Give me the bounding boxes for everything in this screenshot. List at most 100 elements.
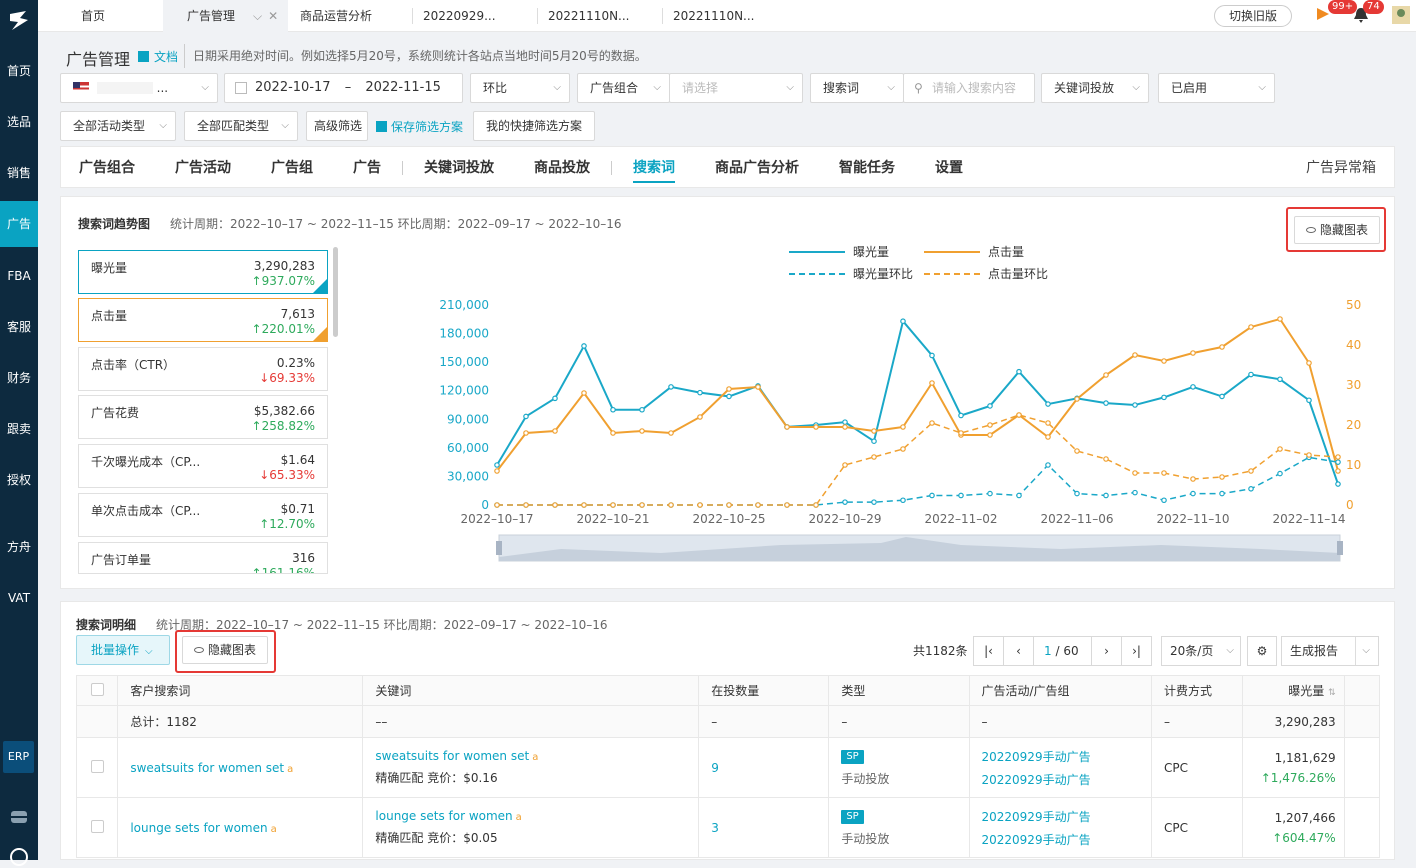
tab-campaign[interactable]: 广告活动	[175, 147, 231, 189]
batch-operation-button[interactable]: 批量操作 ⌵	[76, 635, 170, 665]
tab-settings[interactable]: 设置	[935, 147, 963, 189]
metric-card[interactable]: 曝光量 3,290,283 ↑937.07%	[78, 250, 328, 294]
last-page-button[interactable]: ›|	[1121, 636, 1152, 666]
sort-icon[interactable]: ⇅	[1328, 688, 1336, 698]
group-select[interactable]: 请选择 ⌵	[669, 73, 803, 103]
us-flag-icon	[73, 82, 89, 93]
tab-portfolio[interactable]: 广告组合	[79, 147, 135, 189]
count-link[interactable]: 3	[711, 821, 719, 835]
metric-scrollbar[interactable]	[333, 247, 338, 337]
page-size-select[interactable]: 20条/页 ⌵	[1161, 636, 1241, 666]
tab-report-3[interactable]: 20221110N...	[663, 0, 788, 32]
switch-old-version-button[interactable]: 切换旧版	[1214, 5, 1292, 27]
close-icon[interactable]: ✕	[268, 9, 278, 23]
col-campaign[interactable]: 广告活动/广告组	[968, 675, 1153, 706]
count-link[interactable]: 9	[711, 761, 719, 775]
col-count[interactable]: 在投数量	[698, 675, 830, 706]
ad-group-link[interactable]: 20220929手动广告	[982, 831, 1152, 848]
metric-card[interactable]: 广告花费 $5,382.66 ↑258.82%	[78, 395, 328, 439]
generate-report-button[interactable]: 生成报告 ⌵	[1281, 636, 1379, 666]
tab-product-analysis[interactable]: 商品运营分析	[288, 0, 413, 32]
col-search-term[interactable]: 客户搜索词	[117, 675, 364, 706]
campaign-link[interactable]: 20220929手动广告	[982, 808, 1152, 825]
doc-link[interactable]: 文档	[138, 48, 178, 65]
sidebar-item-vat[interactable]: VAT	[0, 575, 38, 621]
data-point	[494, 468, 500, 474]
status-select[interactable]: 已启用 ⌵	[1158, 73, 1275, 103]
amazon-icon[interactable]: a	[516, 812, 522, 823]
data-point	[1248, 468, 1254, 474]
amazon-icon[interactable]: a	[532, 752, 538, 763]
amazon-icon[interactable]: a	[287, 764, 293, 775]
amazon-icon[interactable]: a	[271, 824, 277, 835]
date-range-picker[interactable]: 2022-10-17 – 2022-11-15	[224, 73, 463, 103]
sidebar-item-selection[interactable]: 选品	[0, 99, 38, 145]
activity-type-select[interactable]: 全部活动类型 ⌵	[60, 111, 176, 141]
hide-table-chart-button[interactable]: 隐藏图表	[182, 636, 268, 664]
search-term-link[interactable]: sweatsuits for women set	[130, 761, 284, 775]
sidebar-item-follow[interactable]: 跟卖	[0, 406, 38, 452]
metric-card[interactable]: 广告订单量 316 ↑161.16%	[78, 542, 328, 574]
sidebar-item-fba[interactable]: FBA	[0, 253, 38, 299]
metric-change: ↑937.07%	[251, 274, 315, 288]
keyword-type-select[interactable]: 关键词投放 ⌵	[1041, 73, 1149, 103]
keyword-link[interactable]: lounge sets for women	[375, 809, 512, 823]
campaign-link[interactable]: 20220929手动广告	[982, 748, 1152, 765]
sidebar-item-sales[interactable]: 销售	[0, 150, 38, 196]
tab-home[interactable]: 首页	[38, 0, 163, 32]
first-page-button[interactable]: |‹	[973, 636, 1004, 666]
anomaly-box-link[interactable]: 广告异常箱	[1306, 147, 1376, 189]
sidebar-item-service[interactable]: 客服	[0, 304, 38, 350]
search-type-select[interactable]: 搜索词 ⌵	[810, 73, 904, 103]
match-type-select[interactable]: 全部匹配类型 ⌵	[184, 111, 298, 141]
sidebar-item-ark[interactable]: 方舟	[0, 524, 38, 570]
tab-product-targeting[interactable]: 商品投放	[534, 147, 590, 189]
col-keyword[interactable]: 关键词	[362, 675, 700, 706]
col-billing[interactable]: 计费方式	[1151, 675, 1243, 706]
tab-smart-task[interactable]: 智能任务	[839, 147, 895, 189]
tab-ad[interactable]: 广告	[353, 147, 381, 189]
database-icon[interactable]	[8, 806, 30, 828]
search-input[interactable]: ⚲ 请输入搜索内容	[903, 73, 1035, 103]
keyword-link[interactable]: sweatsuits for women set	[375, 749, 529, 763]
quick-filter-button[interactable]: 我的快捷筛选方案	[473, 111, 595, 141]
prev-page-button[interactable]: ‹	[1003, 636, 1034, 666]
advanced-filter-button[interactable]: 高级筛选	[306, 111, 368, 141]
col-type[interactable]: 类型	[828, 675, 970, 706]
ad-group-link[interactable]: 20220929手动广告	[982, 771, 1152, 788]
legend-label: 点击量环比	[988, 267, 1048, 281]
tab-ad-management[interactable]: 广告管理 ⌵ ✕	[163, 0, 288, 32]
store-select[interactable]: ... ⌵	[60, 73, 218, 103]
sidebar-item-finance[interactable]: 财务	[0, 355, 38, 401]
save-filter-button[interactable]: 保存筛选方案	[376, 113, 463, 141]
sidebar-erp[interactable]: ERP	[3, 741, 34, 773]
sidebar-item-ads[interactable]: 广告	[0, 201, 38, 247]
data-point	[929, 380, 935, 386]
tab-report-1[interactable]: 20220929...	[413, 0, 538, 32]
tab-report-2[interactable]: 20221110N...	[538, 0, 663, 32]
sidebar-item-home[interactable]: 首页	[0, 48, 38, 94]
metric-card[interactable]: 单次点击成本（CP... $0.71 ↑12.70%	[78, 493, 328, 537]
row-checkbox[interactable]	[75, 797, 119, 858]
metric-card[interactable]: 点击量 7,613 ↑220.01%	[78, 298, 328, 342]
col-impressions[interactable]: 曝光量 ⇅	[1241, 675, 1345, 706]
help-icon[interactable]	[8, 846, 30, 868]
chevron-down-icon[interactable]: ⌵	[253, 9, 262, 23]
tab-product-ad-analysis[interactable]: 商品广告分析	[715, 147, 799, 189]
next-page-button[interactable]: ›	[1091, 636, 1122, 666]
avatar[interactable]	[1392, 6, 1410, 24]
tab-search-terms[interactable]: 搜索词	[633, 147, 675, 189]
tab-keyword-targeting[interactable]: 关键词投放	[424, 147, 494, 189]
data-point	[1103, 372, 1109, 378]
select-all-checkbox[interactable]	[75, 675, 119, 706]
page-input[interactable]: 1 / 60	[1033, 636, 1092, 666]
settings-gear-icon[interactable]: ⚙	[1247, 636, 1277, 666]
sidebar-item-auth[interactable]: 授权	[0, 457, 38, 503]
search-term-link[interactable]: lounge sets for women	[130, 821, 267, 835]
metric-card[interactable]: 点击率（CTR） 0.23% ↓69.33%	[78, 347, 328, 391]
group-type-select[interactable]: 广告组合 ⌵	[577, 73, 670, 103]
row-checkbox[interactable]	[75, 737, 119, 798]
compare-select[interactable]: 环比 ⌵	[470, 73, 570, 103]
tab-ad-group[interactable]: 广告组	[271, 147, 313, 189]
metric-card[interactable]: 千次曝光成本（CP... $1.64 ↓65.33%	[78, 444, 328, 488]
